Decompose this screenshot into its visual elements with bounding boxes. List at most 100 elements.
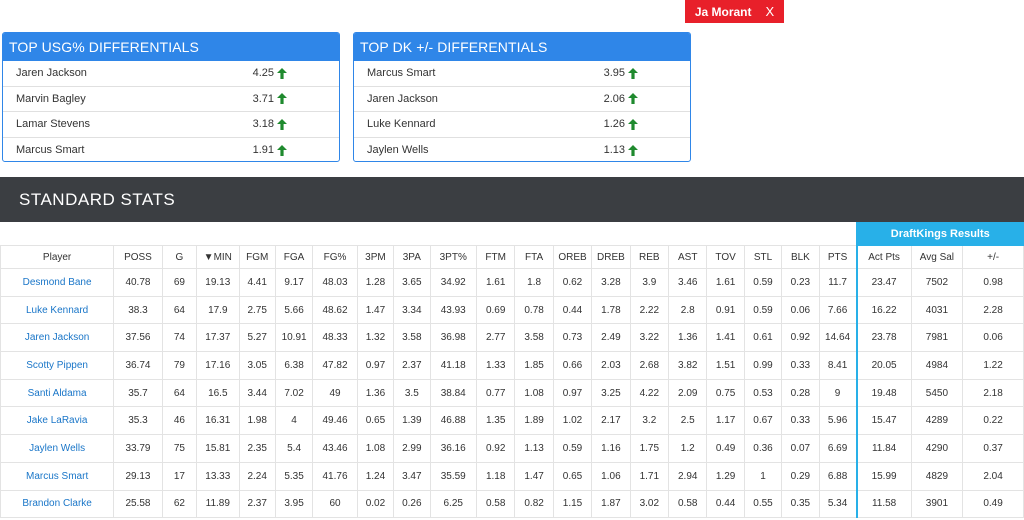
arrow-up-icon	[277, 144, 291, 156]
table-row: Marcus Smart 29.13 17 13.33 2.24 5.35 41.76 1.2…	[0, 461, 1024, 491]
stat-cell: 0.99	[743, 351, 783, 380]
stat-cell: 1.61	[706, 268, 745, 297]
stat-cell: 64	[161, 378, 198, 408]
stat-cell: 0.69	[475, 295, 516, 325]
standard-stats-header: STANDARD STATS	[0, 177, 1024, 222]
player-filter-tag: Ja Morant X	[685, 0, 784, 23]
column-header-21[interactable]: Avg Sal	[910, 245, 964, 269]
stat-cell: 0.26	[393, 489, 431, 519]
stat-cell: 37.56	[113, 323, 163, 353]
column-header-13[interactable]: DREB	[591, 245, 631, 269]
stat-cell: 9	[818, 378, 858, 408]
column-header-10[interactable]: FTM	[475, 245, 516, 269]
stat-cell: 1.32	[356, 323, 395, 353]
differential-value: 1.13	[603, 144, 625, 157]
stat-cell: 11.84	[855, 434, 912, 463]
differential-value: 3.71	[252, 92, 274, 105]
arrow-up-icon	[628, 118, 642, 130]
stat-cell: 3.2	[629, 406, 670, 436]
column-header-2[interactable]: G	[161, 245, 198, 269]
stat-cell: 6.25	[429, 489, 477, 519]
player-name-link[interactable]: Desmond Bane	[0, 268, 115, 297]
column-header-15[interactable]: AST	[668, 245, 708, 269]
column-header-5[interactable]: FGA	[274, 245, 314, 269]
column-header-0[interactable]: Player	[0, 245, 115, 269]
player-name-link[interactable]: Scotty Pippen	[0, 351, 115, 380]
column-header-11[interactable]: FTA	[514, 245, 554, 269]
stat-cell: 64	[161, 295, 198, 325]
column-header-18[interactable]: BLK	[781, 245, 820, 269]
dk-card-title: TOP DK +/- DIFFERENTIALS	[354, 33, 690, 61]
stat-cell: 1.08	[356, 434, 395, 463]
stat-cell: 3.82	[668, 351, 708, 380]
stat-cell: 1.35	[475, 406, 516, 436]
stat-cell: 0.98	[962, 268, 1024, 297]
column-header-12[interactable]: OREB	[552, 245, 593, 269]
stat-cell: 0.66	[552, 351, 593, 380]
remove-filter-button[interactable]: X	[766, 4, 775, 19]
stat-cell: 2.03	[591, 351, 631, 380]
differential-value: 1.91	[252, 144, 274, 157]
stat-cell: 1.39	[393, 406, 431, 436]
player-name-link[interactable]: Jake LaRavia	[0, 406, 115, 436]
stat-cell: 6.69	[818, 434, 858, 463]
differential-player-name: Marcus Smart	[16, 144, 85, 157]
differential-player-name: Jaren Jackson	[367, 92, 438, 105]
stat-cell: 47.82	[312, 351, 358, 380]
column-header-16[interactable]: TOV	[706, 245, 745, 269]
stat-cell: 0.55	[743, 489, 783, 519]
column-header-1[interactable]: POSS	[113, 245, 163, 269]
stat-cell: 3.65	[393, 268, 431, 297]
differential-player-name: Jaylen Wells	[367, 144, 429, 157]
column-header-22[interactable]: +/-	[962, 245, 1024, 269]
table-row: Jaylen Wells 33.79 75 15.81 2.35 5.4 43.46 1.08…	[0, 434, 1024, 463]
stat-cell: 0.59	[743, 295, 783, 325]
stat-cell: 3901	[910, 489, 964, 519]
stat-cell: 41.76	[312, 461, 358, 491]
stat-cell: 69	[161, 268, 198, 297]
stat-cell: 0.59	[552, 434, 593, 463]
stat-cell: 35.3	[113, 406, 163, 436]
stat-cell: 7.02	[274, 378, 314, 408]
column-header-19[interactable]: PTS	[818, 245, 858, 269]
column-header-9[interactable]: 3PT%	[429, 245, 477, 269]
column-header-4[interactable]: FGM	[238, 245, 276, 269]
player-name-link[interactable]: Brandon Clarke	[0, 489, 115, 519]
player-name-link[interactable]: Jaren Jackson	[0, 323, 115, 353]
stat-cell: 1.36	[668, 323, 708, 353]
player-name-link[interactable]: Marcus Smart	[0, 461, 115, 491]
stat-cell: 1.75	[629, 434, 670, 463]
stat-cell: 1.15	[552, 489, 593, 519]
stat-cell: 2.77	[475, 323, 516, 353]
stat-cell: 0.07	[781, 434, 820, 463]
stat-cell: 0.59	[743, 268, 783, 297]
draftkings-results-header: DraftKings Results	[855, 222, 1024, 246]
stat-cell: 5.66	[274, 295, 314, 325]
column-header-7[interactable]: 3PM	[356, 245, 395, 269]
stat-cell: 2.18	[962, 378, 1024, 408]
stat-cell: 1	[743, 461, 783, 491]
stat-cell: 0.62	[552, 268, 593, 297]
player-name-link[interactable]: Santi Aldama	[0, 378, 115, 408]
stat-cell: 1.24	[356, 461, 395, 491]
stat-cell: 62	[161, 489, 198, 519]
stat-cell: 2.37	[238, 489, 276, 519]
table-row: Desmond Bane 40.78 69 19.13 4.41 9.17 48.03 1.2…	[0, 268, 1024, 297]
player-name-link[interactable]: Luke Kennard	[0, 295, 115, 325]
column-header-14[interactable]: REB	[629, 245, 670, 269]
stat-cell: 3.28	[591, 268, 631, 297]
stat-cell: 60	[312, 489, 358, 519]
column-header-6[interactable]: FG%	[312, 245, 358, 269]
column-header-8[interactable]: 3PA	[393, 245, 431, 269]
stat-cell: 17	[161, 461, 198, 491]
stat-cell: 79	[161, 351, 198, 380]
stat-cell: 1.47	[356, 295, 395, 325]
stat-cell: 3.47	[393, 461, 431, 491]
column-header-20[interactable]: Act Pts	[855, 245, 912, 269]
stat-cell: 6.88	[818, 461, 858, 491]
player-name-link[interactable]: Jaylen Wells	[0, 434, 115, 463]
column-header-17[interactable]: STL	[743, 245, 783, 269]
stat-cell: 0.97	[356, 351, 395, 380]
column-header-3[interactable]: ▼MIN	[196, 245, 240, 269]
stat-cell: 2.8	[668, 295, 708, 325]
